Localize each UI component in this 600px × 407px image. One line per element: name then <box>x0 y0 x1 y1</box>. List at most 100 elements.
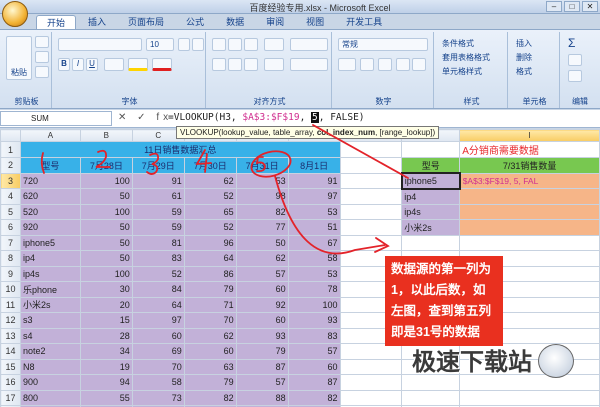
cell[interactable] <box>339 172 403 189</box>
data-cell[interactable]: N8 <box>19 358 81 375</box>
data-cell[interactable]: iphone5 <box>19 234 81 251</box>
formula-cell[interactable]: $A$3:$F$19, 5, FAL <box>459 172 600 189</box>
fill-icon[interactable] <box>568 54 582 66</box>
tab-data[interactable]: 数据 <box>216 15 254 29</box>
decrease-decimal-icon[interactable] <box>412 58 426 71</box>
result-cell[interactable] <box>459 188 600 205</box>
column-header[interactable]: I <box>459 129 600 142</box>
data-cell[interactable]: 86 <box>183 265 237 282</box>
cell[interactable] <box>339 188 403 205</box>
data-cell[interactable]: 920 <box>19 219 81 236</box>
data-cell[interactable]: 100 <box>79 172 133 189</box>
cell[interactable] <box>339 157 403 174</box>
wrap-text-icon[interactable] <box>290 38 328 51</box>
data-cell[interactable]: ip4 <box>19 250 81 267</box>
header-cell[interactable]: 型号 <box>19 157 81 174</box>
underline-button[interactable]: U <box>86 58 98 71</box>
data-cell[interactable]: 70 <box>183 312 237 329</box>
data-cell[interactable]: 620 <box>19 188 81 205</box>
maximize-button[interactable]: □ <box>564 1 580 12</box>
data-cell[interactable]: 87 <box>235 358 289 375</box>
lookup-header-qty[interactable]: 7/31销售数量 <box>459 157 600 174</box>
align-left-icon[interactable] <box>212 58 226 71</box>
cell[interactable] <box>339 374 403 391</box>
orientation-icon[interactable] <box>264 38 284 51</box>
data-cell[interactable]: 62 <box>235 250 289 267</box>
data-cell[interactable]: 87 <box>287 374 341 391</box>
data-cell[interactable]: 79 <box>235 343 289 360</box>
align-top-icon[interactable] <box>212 38 226 51</box>
data-cell[interactable]: 82 <box>287 389 341 406</box>
data-cell[interactable]: 98 <box>235 188 289 205</box>
data-cell[interactable]: 53 <box>287 265 341 282</box>
column-header[interactable]: A <box>19 129 81 142</box>
data-cell[interactable]: 51 <box>287 219 341 236</box>
data-cell[interactable]: 55 <box>79 389 133 406</box>
data-cell[interactable]: 93 <box>235 327 289 344</box>
data-cell[interactable]: 50 <box>235 234 289 251</box>
row-header[interactable]: 10 <box>0 281 21 298</box>
shrink-font-icon[interactable] <box>192 38 204 51</box>
data-cell[interactable]: 71 <box>183 296 237 313</box>
borders-icon[interactable] <box>104 58 124 71</box>
data-cell[interactable]: 84 <box>131 281 185 298</box>
data-cell[interactable]: 78 <box>287 281 341 298</box>
data-cell[interactable]: 50 <box>79 250 133 267</box>
data-cell[interactable]: 720 <box>19 172 81 189</box>
data-cell[interactable]: 79 <box>183 281 237 298</box>
data-cell[interactable]: 62 <box>183 327 237 344</box>
data-cell[interactable]: 81 <box>131 234 185 251</box>
data-cell[interactable]: 83 <box>287 327 341 344</box>
lookup-header-model[interactable]: 型号 <box>401 157 461 174</box>
header-cell[interactable]: 7月28日 <box>79 157 133 174</box>
tab-view[interactable]: 视图 <box>296 15 334 29</box>
align-right-icon[interactable] <box>244 58 258 71</box>
data-cell[interactable]: 82 <box>235 203 289 220</box>
data-cell[interactable]: 88 <box>235 389 289 406</box>
lookup-model-cell[interactable]: iphone5 <box>400 172 461 190</box>
data-cell[interactable]: 60 <box>287 358 341 375</box>
conditional-format-button[interactable]: 条件格式 <box>442 38 474 49</box>
tab-formulas[interactable]: 公式 <box>176 15 214 29</box>
data-cell[interactable]: 52 <box>131 265 185 282</box>
paste-button[interactable]: 粘贴 <box>6 36 32 80</box>
cell[interactable] <box>401 234 461 251</box>
row-header[interactable]: 8 <box>0 250 21 267</box>
data-cell[interactable]: 83 <box>131 250 185 267</box>
data-cell[interactable]: 59 <box>131 219 185 236</box>
row-header[interactable]: 6 <box>0 219 21 236</box>
data-cell[interactable]: 97 <box>287 188 341 205</box>
grow-font-icon[interactable] <box>178 38 190 51</box>
font-size-select[interactable]: 10 <box>146 38 174 51</box>
data-cell[interactable]: 67 <box>287 234 341 251</box>
insert-cells-button[interactable]: 插入 <box>516 38 532 49</box>
data-cell[interactable]: ip4s <box>19 265 81 282</box>
comma-icon[interactable] <box>378 58 392 71</box>
data-cell[interactable]: 77 <box>235 219 289 236</box>
cell[interactable] <box>401 389 461 406</box>
tab-review[interactable]: 审阅 <box>256 15 294 29</box>
cell[interactable] <box>339 234 403 251</box>
format-painter-icon[interactable] <box>35 66 49 78</box>
select-all-corner[interactable] <box>0 129 21 142</box>
data-cell[interactable]: 58 <box>287 250 341 267</box>
result-cell[interactable] <box>459 203 600 220</box>
delete-cells-button[interactable]: 删除 <box>516 52 532 63</box>
formula-bar-icons[interactable]: ✕ ✓ fx <box>118 112 172 123</box>
data-cell[interactable]: 73 <box>131 389 185 406</box>
data-cell[interactable]: note2 <box>19 343 81 360</box>
data-cell[interactable]: 57 <box>287 343 341 360</box>
data-cell[interactable]: 62 <box>183 172 237 189</box>
cell[interactable] <box>459 389 600 406</box>
cell[interactable] <box>339 219 403 236</box>
tab-page-layout[interactable]: 页面布局 <box>118 15 174 29</box>
name-box[interactable]: SUM <box>0 111 112 126</box>
font-name-select[interactable] <box>58 38 142 51</box>
row-header[interactable]: 12 <box>0 312 21 329</box>
data-cell[interactable]: 93 <box>287 312 341 329</box>
currency-icon[interactable] <box>338 58 356 71</box>
row-header[interactable]: 4 <box>0 188 21 205</box>
sheet-title-cell[interactable]: 11日销售数据汇总 <box>19 141 341 158</box>
row-header[interactable]: 1 <box>0 141 21 158</box>
data-cell[interactable]: 61 <box>131 188 185 205</box>
